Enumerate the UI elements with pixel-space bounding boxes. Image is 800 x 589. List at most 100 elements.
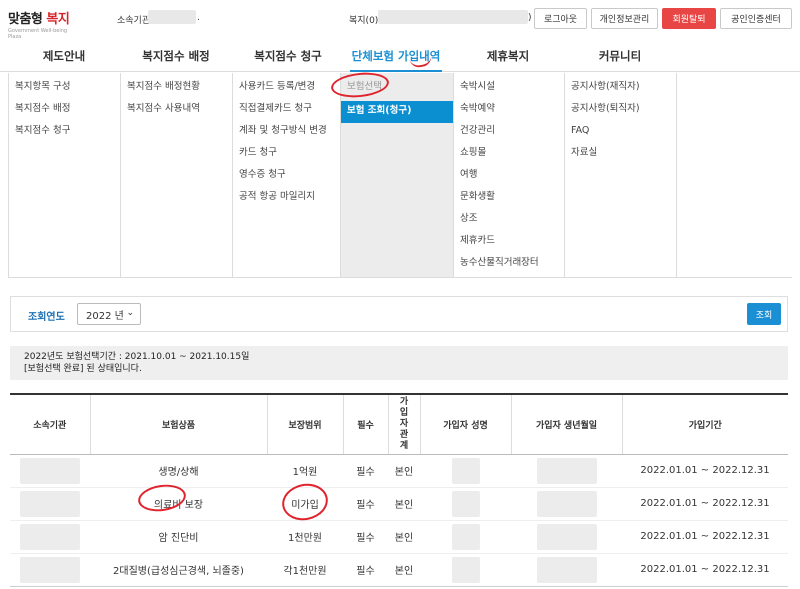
table-header-row: 소속기관 보험상품 보장범위 필수 가입자관계 가입자 성명 가입자 생년월일 … <box>10 393 788 455</box>
org-value-suffix: . <box>197 13 200 23</box>
menu-item[interactable]: 사용카드 등록/변경 <box>233 79 340 101</box>
certificate-center-button[interactable]: 공인인증센터 <box>720 8 792 29</box>
table-row: 암 진단비 1천만원 필수 본인 2022.01.01 ~ 2022.12.31 <box>10 520 788 554</box>
col-header-coverage: 보장범위 <box>266 393 343 455</box>
period-cell: 2022.01.01 ~ 2022.12.31 <box>622 454 788 488</box>
logo-subtitle: Government Well-being Plaza <box>8 28 68 40</box>
menu-item[interactable]: 복지점수 사용내역 <box>121 101 232 123</box>
relation-cell: 본인 <box>388 520 420 554</box>
relation-cell: 본인 <box>388 454 420 488</box>
org-value-redacted <box>148 10 196 24</box>
menu-item[interactable]: 건강관리 <box>454 123 564 145</box>
col-header-relation: 가입자관계 <box>387 393 420 455</box>
menu-item[interactable]: 자료실 <box>565 145 676 167</box>
mega-col-claim: 사용카드 등록/변경 직접결제카드 청구 계좌 및 청구방식 변경 카드 청구 … <box>233 73 341 277</box>
top-bar: 맞춤형 복지 Government Well-being Plaza 소속기관 … <box>0 0 800 40</box>
required-cell: 필수 <box>343 553 388 587</box>
redacted-block <box>536 457 597 484</box>
mega-col-insurance: 보험선택 보험 조회(청구) <box>341 73 454 277</box>
menu-item[interactable]: 직접결제카드 청구 <box>233 101 340 123</box>
menu-item[interactable]: 계좌 및 청구방식 변경 <box>233 123 340 145</box>
menu-item-insurance-inquiry[interactable]: 보험 조회(청구) <box>341 101 453 123</box>
nav-item-guide[interactable]: 제도안내 <box>8 40 120 72</box>
relation-cell: 본인 <box>388 553 420 587</box>
menu-item[interactable]: 공적 항공 마일리지 <box>233 189 340 211</box>
table-row: 의료비 보장 미가입 필수 본인 2022.01.01 ~ 2022.12.31 <box>10 487 788 521</box>
birthdate-cell <box>511 454 622 488</box>
redacted-block <box>20 523 80 550</box>
product-cell: 2대질병(급성심근경색, 뇌졸중) <box>90 553 267 587</box>
period-cell: 2022.01.01 ~ 2022.12.31 <box>622 553 788 587</box>
period-cell: 2022.01.01 ~ 2022.12.31 <box>622 520 788 554</box>
site-logo[interactable]: 맞춤형 복지 Government Well-being Plaza <box>8 8 70 40</box>
col-header-name: 가입자 성명 <box>419 393 511 455</box>
col-header-required: 필수 <box>342 393 388 455</box>
menu-item[interactable]: 제휴카드 <box>454 233 564 255</box>
menu-item[interactable]: 쇼핑몰 <box>454 145 564 167</box>
menu-item[interactable]: 복지점수 배정 <box>9 101 120 123</box>
col-header-period: 가입기간 <box>621 393 788 455</box>
redacted-block <box>20 457 80 484</box>
name-cell <box>420 553 511 587</box>
nav-item-point-claim[interactable]: 복지점수 청구 <box>232 40 344 72</box>
menu-item[interactable]: 농수산물직거래장터 <box>454 255 564 277</box>
mega-col-partner: 숙박시설 숙박예약 건강관리 쇼핑몰 여행 문화생활 상조 제휴카드 농수산물직… <box>454 73 565 277</box>
search-year-label: 조회연도 <box>28 312 65 323</box>
menu-item[interactable]: 여행 <box>454 167 564 189</box>
mega-menu: 복지항목 구성 복지점수 배정 복지점수 청구 복지점수 배정현황 복지점수 사… <box>8 73 792 278</box>
profile-button[interactable]: 개인정보관리 <box>591 8 658 29</box>
nav-item-point-allocation[interactable]: 복지점수 배정 <box>120 40 232 72</box>
notice-box: 2022년도 보험선택기간 : 2021.10.01 ~ 2021.10.15일… <box>10 346 788 380</box>
year-select[interactable]: 2022 년 ⌄ <box>77 303 141 325</box>
mega-col-allocation: 복지점수 배정현황 복지점수 사용내역 <box>121 73 233 277</box>
menu-item[interactable]: 숙박시설 <box>454 79 564 101</box>
name-cell <box>420 454 511 488</box>
birthdate-cell <box>511 553 622 587</box>
required-cell: 필수 <box>343 487 388 521</box>
menu-item[interactable]: 공지사항(재직자) <box>565 79 676 101</box>
menu-item[interactable]: 문화생활 <box>454 189 564 211</box>
mega-col-community: 공지사항(재직자) 공지사항(퇴직자) FAQ 자료실 <box>565 73 677 277</box>
logout-button[interactable]: 로그아웃 <box>534 8 587 29</box>
menu-item[interactable]: 숙박예약 <box>454 101 564 123</box>
logo-text: 맞춤형 복지 <box>8 12 70 27</box>
coverage-cell: 1억원 <box>267 454 343 488</box>
redacted-block <box>20 556 80 583</box>
menu-item[interactable]: 공지사항(퇴직자) <box>565 101 676 123</box>
table-row: 생명/상해 1억원 필수 본인 2022.01.01 ~ 2022.12.31 <box>10 454 788 488</box>
org-cell <box>10 454 90 488</box>
redacted-block <box>451 523 480 550</box>
name-cell <box>420 487 511 521</box>
year-select-value: 2022 년 <box>86 310 124 322</box>
search-panel: 조회연도 2022 년 ⌄ 조회 <box>10 296 788 332</box>
org-cell <box>10 487 90 521</box>
withdraw-button[interactable]: 회원탈퇴 <box>662 8 716 29</box>
menu-item[interactable]: 복지항목 구성 <box>9 79 120 101</box>
nav-item-partner-welfare[interactable]: 제휴복지 <box>452 40 564 72</box>
required-cell: 필수 <box>343 454 388 488</box>
nav-item-community[interactable]: 커뮤니티 <box>564 40 676 72</box>
redacted-block <box>451 556 480 583</box>
search-button[interactable]: 조회 <box>747 303 781 325</box>
birthdate-cell <box>511 520 622 554</box>
insurance-table: 소속기관 보험상품 보장범위 필수 가입자관계 가입자 성명 가입자 생년월일 … <box>10 393 788 587</box>
product-cell: 생명/상해 <box>90 454 267 488</box>
required-cell: 필수 <box>343 520 388 554</box>
welfare-points-redacted <box>378 10 528 24</box>
menu-item[interactable]: 복지점수 청구 <box>9 123 120 145</box>
col-header-birthdate: 가입자 생년월일 <box>510 393 622 455</box>
menu-item[interactable]: 복지점수 배정현황 <box>121 79 232 101</box>
redacted-block <box>20 490 80 517</box>
menu-item[interactable]: 상조 <box>454 211 564 233</box>
nav-item-group-insurance[interactable]: 단체보험 가입내역 <box>340 40 452 72</box>
welfare-points-label: 복지(0) <box>349 16 379 26</box>
coverage-cell: 각1천만원 <box>267 553 343 587</box>
redacted-block <box>536 523 597 550</box>
menu-item[interactable]: 카드 청구 <box>233 145 340 167</box>
welfare-points-paren: ) <box>528 13 532 23</box>
mega-col-guide: 복지항목 구성 복지점수 배정 복지점수 청구 <box>9 73 121 277</box>
menu-item[interactable]: FAQ <box>565 123 676 145</box>
coverage-cell: 1천만원 <box>267 520 343 554</box>
menu-item[interactable]: 영수증 청구 <box>233 167 340 189</box>
redacted-block <box>451 490 480 517</box>
